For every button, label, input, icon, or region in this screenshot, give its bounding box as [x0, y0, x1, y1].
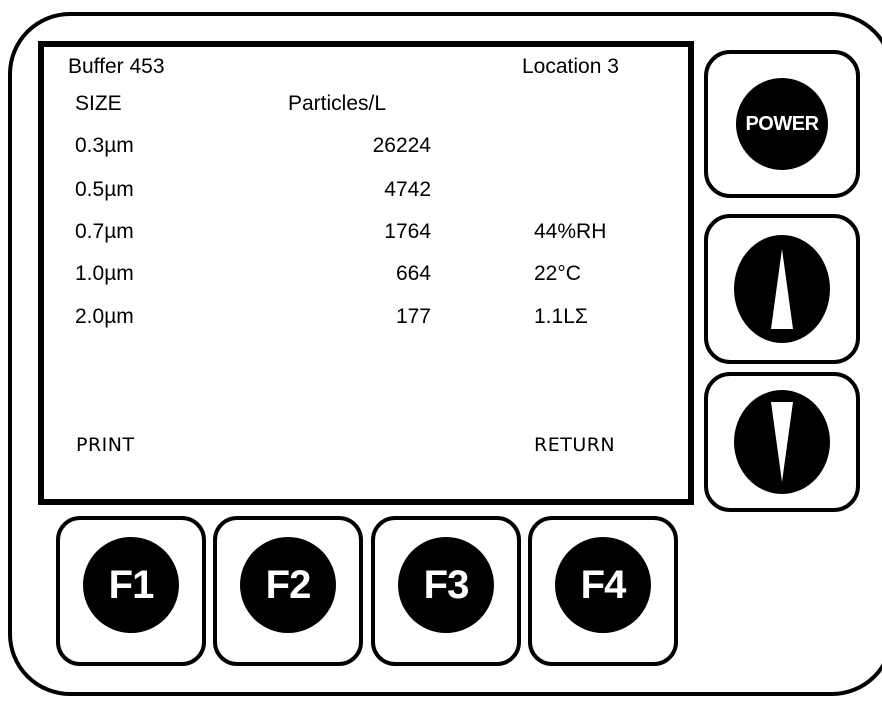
up-arrow-icon [734, 235, 830, 343]
row-count: 1764 [384, 220, 431, 243]
power-button[interactable]: POWER [704, 50, 860, 198]
row-count: 177 [395, 305, 431, 328]
row-size: 0.5µm [75, 178, 134, 201]
return-softkey-label: RETURN [534, 434, 616, 456]
row-count: 26224 [372, 134, 431, 157]
row-size: 1.0µm [75, 262, 134, 285]
power-label: POWER [745, 113, 819, 135]
particles-header: Particles/L [288, 92, 387, 115]
humidity-readout: 44%RH [534, 220, 607, 243]
f4-label: F4 [555, 537, 651, 634]
f3-button[interactable]: F3 [371, 516, 521, 666]
f3-label: F3 [398, 537, 494, 634]
row-count: 664 [395, 262, 431, 285]
f1-label: F1 [83, 537, 179, 634]
up-button[interactable] [704, 214, 860, 364]
location-label: Location 3 [522, 55, 619, 78]
volume-readout: 1.1LΣ [534, 305, 588, 328]
down-button[interactable] [704, 372, 860, 512]
f2-button[interactable]: F2 [213, 516, 363, 666]
print-softkey-label: PRINT [76, 434, 135, 456]
temperature-readout: 22°C [534, 262, 581, 285]
power-icon: POWER [736, 78, 828, 170]
lcd-screen: Buffer 453 Location 3 SIZE Particles/L 0… [38, 41, 694, 505]
row-count: 4742 [384, 178, 431, 201]
size-header: SIZE [75, 92, 122, 115]
f4-button[interactable]: F4 [528, 516, 678, 666]
row-size: 2.0µm [75, 305, 134, 328]
buffer-label: Buffer 453 [68, 55, 165, 78]
f2-label: F2 [240, 537, 336, 634]
down-arrow-icon [734, 390, 830, 494]
row-size: 0.7µm [75, 220, 134, 243]
f1-button[interactable]: F1 [56, 516, 206, 666]
row-size: 0.3µm [75, 134, 134, 157]
